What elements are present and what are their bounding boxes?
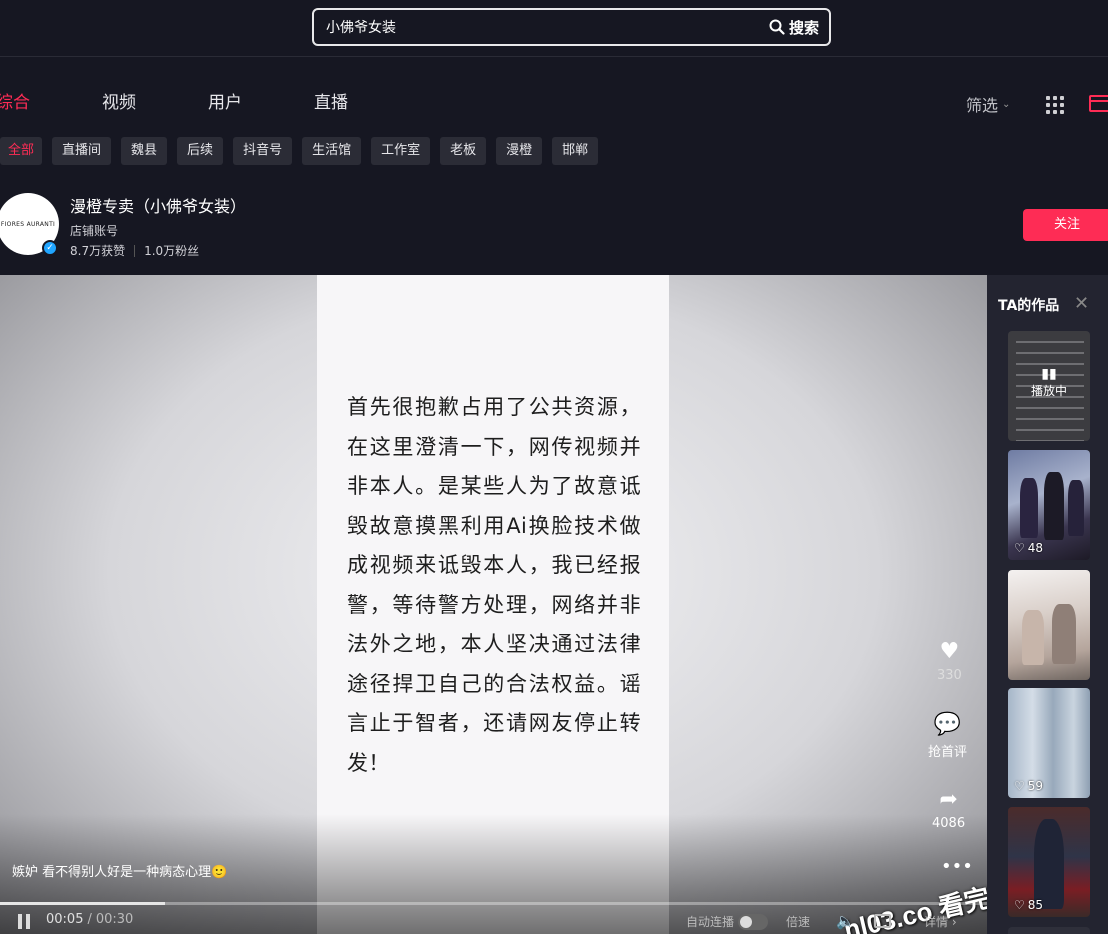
heart-icon: ♡: [1014, 779, 1025, 793]
stats-divider: [134, 244, 136, 257]
speed-button[interactable]: 倍速: [786, 913, 810, 930]
video-caption: 嫉妒 看不得别人好是一种病态心理🙂: [12, 865, 228, 880]
tab-all[interactable]: 综合: [0, 88, 30, 122]
time-display: 00:05 / 00:30: [46, 912, 133, 927]
chip-handan[interactable]: 邯郸: [552, 137, 599, 165]
progress-fill: [0, 902, 165, 905]
share-action[interactable]: ➦ 4086: [932, 787, 966, 832]
autoplay-label: 自动连播: [686, 915, 735, 929]
fullscreen-icon[interactable]: [874, 914, 891, 928]
work-thumbnail[interactable]: ♡ 48: [1008, 450, 1090, 560]
account-fans: 1.0万粉丝: [144, 244, 200, 258]
search-input[interactable]: [314, 10, 769, 44]
video-player[interactable]: 首先很抱歉占用了公共资源，在这里澄清一下，网传视频并非本人。是某些人为了故意诋毁…: [0, 275, 987, 934]
playing-label: 播放中: [1030, 384, 1067, 398]
chevron-right-icon: ›: [951, 915, 957, 929]
share-count: 4086: [932, 816, 966, 831]
comment-action[interactable]: 💬 抢首评: [928, 712, 968, 761]
chip-studio[interactable]: 工作室: [371, 137, 431, 165]
chip-life-store[interactable]: 生活馆: [302, 137, 362, 165]
chip-weixian[interactable]: 魏县: [121, 137, 168, 165]
pause-icon[interactable]: [17, 914, 31, 929]
chip-follow-up[interactable]: 后续: [177, 137, 224, 165]
thumbnail-likes: ♡ 48: [1014, 541, 1044, 555]
work-thumbnail[interactable]: ♡ 59: [1008, 688, 1090, 798]
chip-mancheng[interactable]: 漫橙: [496, 137, 543, 165]
filter-label: 筛选: [966, 96, 999, 115]
search-button-label: 搜索: [788, 18, 819, 37]
duration: 00:30: [95, 912, 134, 927]
like-count: 330: [937, 668, 962, 683]
detail-label: 详情: [924, 915, 949, 929]
close-icon[interactable]: ✕: [1074, 293, 1089, 314]
share-arrow-icon: ➦: [939, 787, 958, 812]
detail-button[interactable]: 详情 ›: [924, 913, 957, 930]
heart-icon: ♡: [1014, 541, 1025, 555]
tab-live[interactable]: 直播: [314, 88, 348, 122]
account-likes: 8.7万获赞: [70, 244, 126, 258]
work-thumbnail[interactable]: [1008, 927, 1090, 934]
keyword-chips: 全部 直播间 魏县 后续 抖音号 生活馆 工作室 老板 漫橙 邯郸: [0, 137, 599, 165]
search-icon: [769, 19, 785, 35]
volume-icon[interactable]: 🔈: [836, 912, 855, 930]
comment-label: 抢首评: [928, 745, 968, 760]
grid-view-icon[interactable]: [1046, 96, 1064, 114]
tab-video[interactable]: 视频: [102, 88, 136, 122]
chevron-down-icon: ⌄: [1002, 98, 1011, 110]
thumbnail-likes: ♡ 85: [1014, 898, 1044, 912]
works-panel: TA的作品 ✕ ▮▮ 播放中 ♡ 48 ♡ 59 ♡ 85: [987, 275, 1108, 934]
work-thumbnail[interactable]: ▮▮ 播放中: [1008, 331, 1090, 441]
chip-all[interactable]: 全部: [0, 137, 43, 165]
search-button[interactable]: 搜索: [769, 17, 829, 38]
more-dots-icon: •••: [941, 856, 973, 877]
verified-badge-icon: ✓: [42, 240, 58, 256]
progress-bar[interactable]: [0, 902, 987, 905]
tab-user[interactable]: 用户: [208, 88, 242, 122]
thumbnail-likes: ♡ 59: [1014, 779, 1044, 793]
account-stats: 8.7万获赞 1.0万粉丝: [70, 242, 199, 259]
heart-icon: ♥: [939, 639, 960, 664]
chip-douyin-id[interactable]: 抖音号: [233, 137, 293, 165]
more-action[interactable]: •••: [941, 855, 973, 879]
chip-boss[interactable]: 老板: [440, 137, 487, 165]
comment-icon: 💬: [933, 712, 962, 737]
time-separator: /: [87, 912, 92, 927]
avatar-logo-text: FIORES AURANTI: [0, 220, 56, 228]
follow-button[interactable]: 关注: [1023, 209, 1108, 241]
like-action[interactable]: ♥ 330: [937, 639, 962, 684]
heart-icon: ♡: [1014, 898, 1025, 912]
video-statement-text: 首先很抱歉占用了公共资源，在这里澄清一下，网传视频并非本人。是某些人为了故意诋毁…: [347, 395, 641, 775]
chip-live-room[interactable]: 直播间: [52, 137, 112, 165]
top-bar: 搜索: [0, 0, 1108, 57]
panel-title: TA的作品: [998, 298, 1060, 314]
autoplay-control: 自动连播: [686, 913, 769, 930]
work-thumbnail[interactable]: [1008, 570, 1090, 680]
work-thumbnail[interactable]: ♡ 85: [1008, 807, 1090, 917]
filter-button[interactable]: 筛选 ⌄: [966, 92, 1010, 116]
account-name[interactable]: 漫橙专卖（小佛爷女装）: [70, 193, 246, 217]
single-view-icon[interactable]: [1089, 95, 1108, 112]
result-tabs: 综合 视频 用户 直播: [0, 88, 420, 122]
player-controls: 00:05 / 00:30 自动连播 倍速 🔈 详情 ›: [0, 906, 987, 934]
current-time: 00:05: [46, 912, 84, 927]
account-type: 店铺账号: [70, 224, 119, 238]
search-box: 搜索: [312, 8, 831, 46]
autoplay-toggle[interactable]: [738, 913, 769, 930]
playing-bars-icon: ▮▮: [1041, 366, 1057, 382]
playing-indicator: ▮▮ 播放中: [1008, 366, 1090, 399]
